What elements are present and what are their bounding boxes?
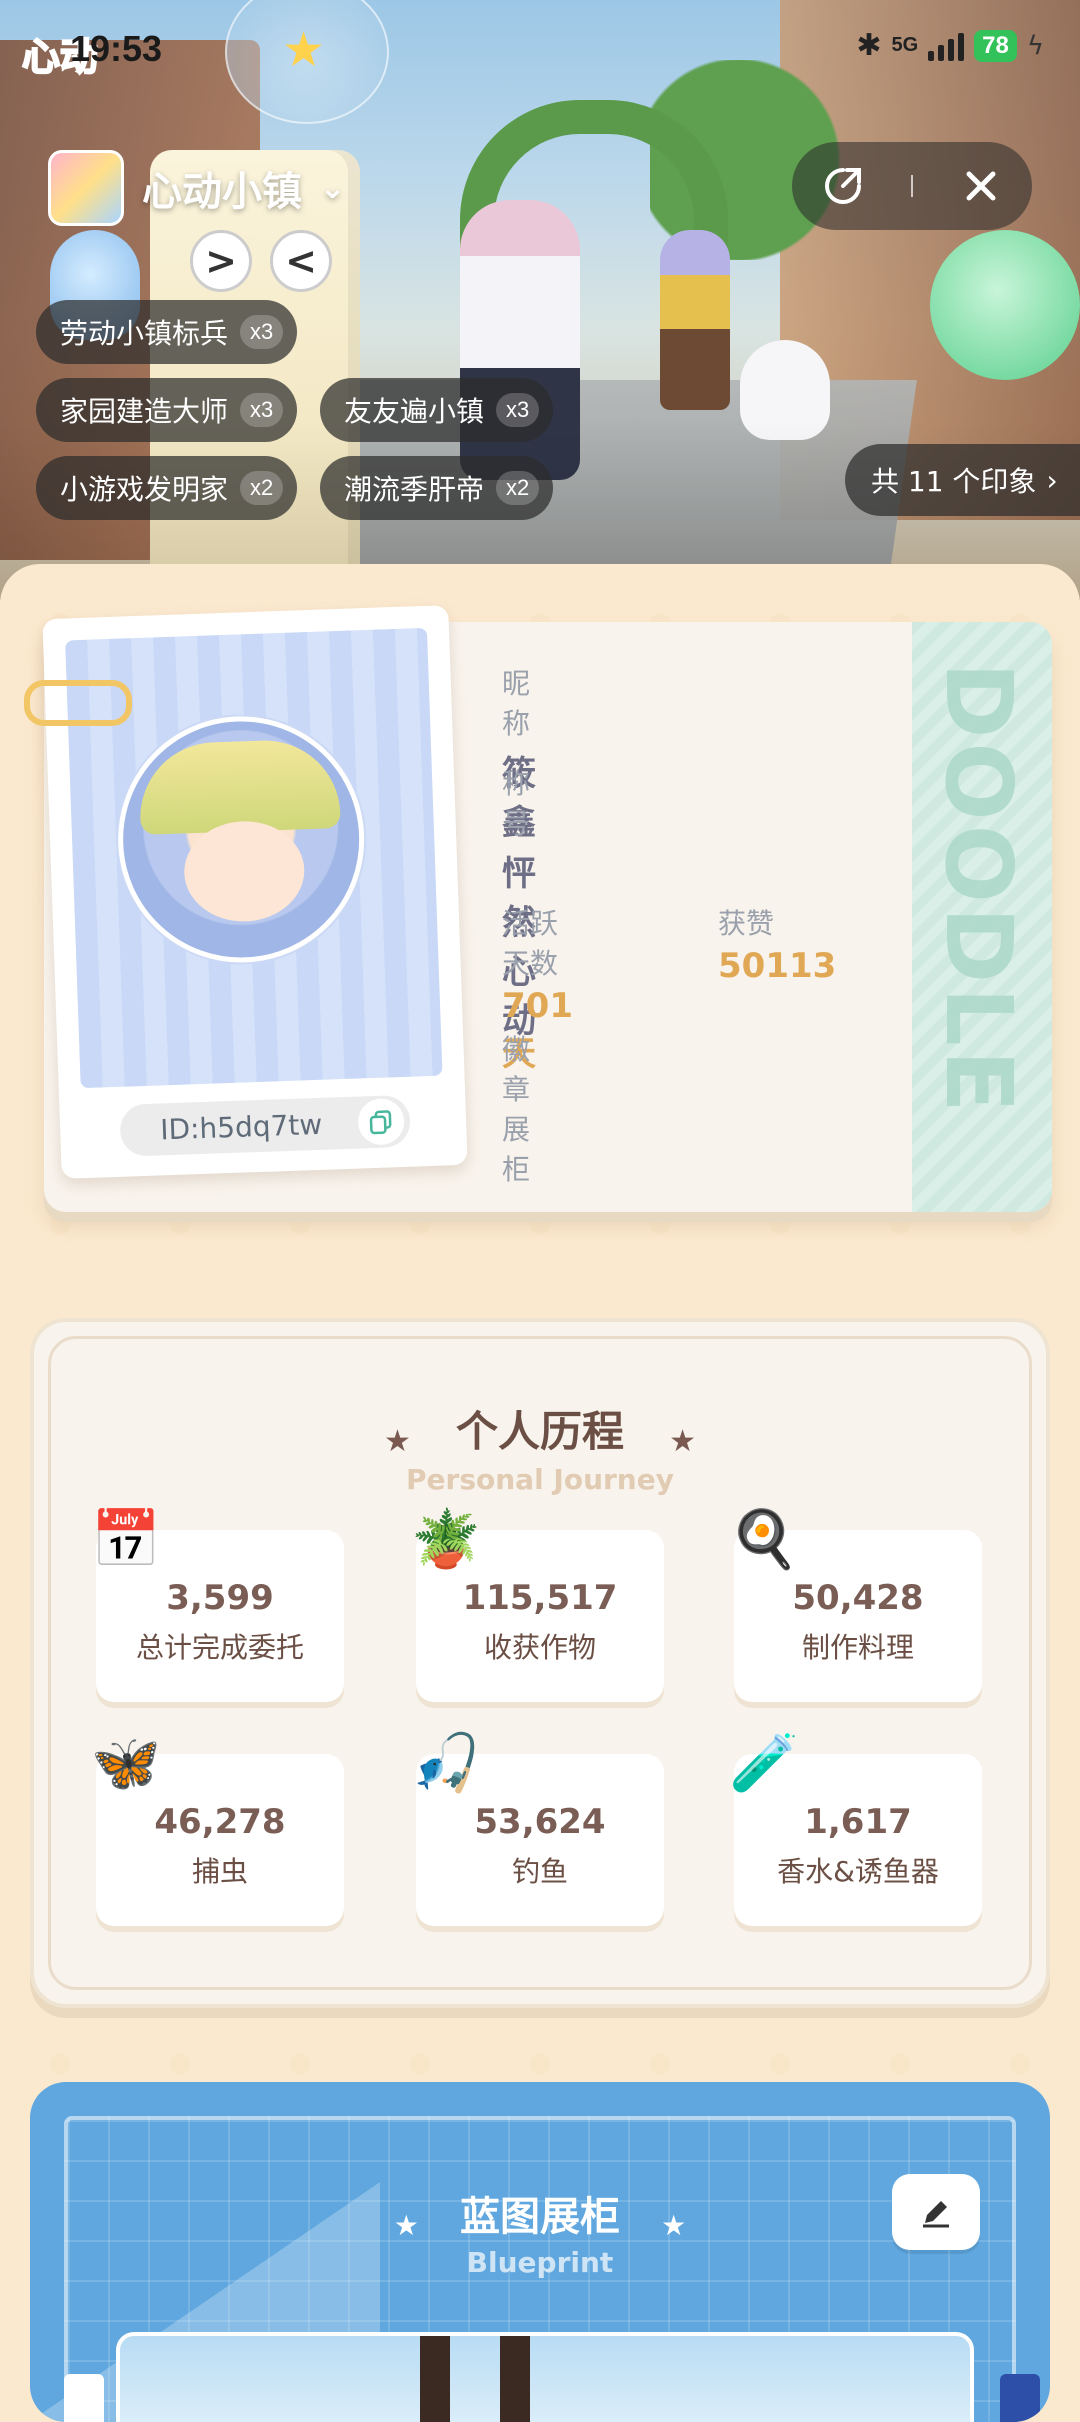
journey-subtitle: Personal Journey <box>406 1463 674 1496</box>
stat-value: 53,624 <box>474 1802 606 1842</box>
badge-chip[interactable]: 劳动小镇标兵 x3 <box>36 300 298 364</box>
badge-name: 小游戏发明家 <box>60 473 229 506</box>
blueprint-title: 蓝图展柜 <box>460 2194 620 2240</box>
close-button[interactable] <box>946 151 1016 221</box>
stat-label: 制作料理 <box>801 1631 914 1664</box>
badge-count: x2 <box>496 471 540 505</box>
player-id: ID:h5dq7tw <box>119 1094 411 1157</box>
badge-cabinet-label[interactable]: 徽章展柜 <box>502 1028 530 1188</box>
decorative-stripe: DOODLE <box>912 622 1052 1212</box>
stove-icon: 🍳 <box>729 1507 799 1572</box>
copy-icon <box>369 1110 392 1135</box>
charging-icon: ϟ <box>1026 30 1044 61</box>
badge-chip[interactable]: 友友遍小镇 x3 <box>320 378 554 442</box>
stat-value: 50,428 <box>792 1578 924 1618</box>
blueprint-subtitle: Blueprint <box>466 2246 614 2279</box>
stat-value: 3,599 <box>166 1578 274 1618</box>
badge-name: 友友遍小镇 <box>344 395 485 428</box>
blueprint-panel: ★ 蓝图展柜 ★ Blueprint <box>30 2082 1050 2422</box>
battery-indicator: 78 <box>974 29 1017 62</box>
stat-label: 捕虫 <box>191 1855 248 1888</box>
likes-label: 获赞 <box>718 907 775 940</box>
stat-card: 🧪 1,617 香水&诱鱼器 <box>729 1731 982 1926</box>
profile-card: DOODLE ID:h5dq7tw 昵称 筱鑫 称号 怦然心动 活跃天数 701… <box>24 605 1052 1212</box>
calendar-icon: 📅 <box>91 1507 161 1572</box>
personal-journey-panel: ★ 个人历程 ★ Personal Journey 📅 3,599 总计完成委托… <box>30 1318 1050 2008</box>
likes-count: 50113 <box>718 946 837 986</box>
carousel-prev-card[interactable] <box>64 2374 104 2422</box>
chevron-down-icon: ⌄ <box>320 170 346 206</box>
bug-net-icon: 🦋 <box>91 1731 161 1796</box>
chevron-right-icon: › <box>1046 463 1058 497</box>
watering-can-icon: 🪴 <box>411 1507 481 1572</box>
network-label: 5G <box>891 34 919 56</box>
badge-chip[interactable]: 小游戏发明家 x2 <box>36 456 298 520</box>
id-text: ID:h5dq7tw <box>159 1107 323 1146</box>
badge-count: x3 <box>496 393 540 427</box>
stat-value: 115,517 <box>462 1578 618 1618</box>
status-bar: 心动 19:53 ✱ 5G 78 ϟ <box>0 0 1080 96</box>
stat-value: 46,278 <box>154 1802 286 1842</box>
game-name: 心动小镇 <box>142 169 302 215</box>
journey-header: ★ 个人历程 ★ Personal Journey <box>30 1398 1050 1496</box>
top-actions <box>792 142 1032 230</box>
close-icon <box>966 171 996 201</box>
active-days-label: 活跃天数 <box>502 907 559 980</box>
stat-card: 🎣 53,624 钓鱼 <box>411 1731 664 1926</box>
impressions-label: 共 11 个印象 <box>871 465 1037 498</box>
edit-button[interactable] <box>892 2174 980 2250</box>
badge-count: x3 <box>240 393 284 427</box>
star-icon: ★ <box>661 2209 687 2242</box>
stripe-text: DOODLE <box>925 662 1032 1117</box>
stat-card: 🪴 115,517 收获作物 <box>411 1507 664 1702</box>
paperclip-icon <box>24 680 132 726</box>
game-switcher[interactable]: 心动小镇 ⌄ <box>48 150 345 226</box>
stat-label: 总计完成委托 <box>135 1631 304 1664</box>
star-icon: ★ <box>383 1424 411 1459</box>
stat-card: 📅 3,599 总计完成委托 <box>91 1507 344 1702</box>
bluetooth-icon: ✱ <box>856 28 882 63</box>
game-icon <box>48 150 124 226</box>
badge-chip[interactable]: 家园建造大师 x3 <box>36 378 298 442</box>
star-icon: ★ <box>393 2209 419 2242</box>
copy-button[interactable] <box>357 1097 405 1146</box>
carousel-next-card[interactable] <box>1000 2374 1040 2422</box>
status-time: 19:53 <box>70 28 163 69</box>
stat-label: 收获作物 <box>483 1631 596 1664</box>
journey-title: 个人历程 <box>455 1407 624 1456</box>
share-button[interactable] <box>808 151 878 221</box>
stat-card: 🦋 46,278 捕虫 <box>91 1731 344 1926</box>
perfume-icon: 🧪 <box>729 1731 799 1796</box>
title-label: 称号 <box>502 767 531 840</box>
badge-name: 潮流季肝帝 <box>344 473 485 506</box>
signal-icon <box>928 31 965 61</box>
badge-count: x2 <box>240 471 284 505</box>
badge-chip[interactable]: 潮流季肝帝 x2 <box>320 456 554 520</box>
pencil-icon <box>923 2201 949 2228</box>
star-icon: ★ <box>669 1424 696 1459</box>
impressions-button[interactable]: 共 11 个印象 › <box>845 444 1080 516</box>
stat-card: 🍳 50,428 制作料理 <box>729 1507 982 1702</box>
nickname-label: 昵称 <box>502 667 531 740</box>
badge-count: x3 <box>240 315 284 349</box>
badge-name: 劳动小镇标兵 <box>60 317 229 350</box>
status-right: ✱ 5G 78 ϟ <box>856 28 1044 63</box>
stat-value: 1,617 <box>804 1802 912 1842</box>
stat-label: 香水&诱鱼器 <box>777 1855 939 1888</box>
blueprint-preview[interactable] <box>116 2332 974 2422</box>
stat-label: 钓鱼 <box>511 1855 568 1888</box>
badge-name: 家园建造大师 <box>60 395 229 428</box>
share-icon <box>825 168 862 204</box>
fishing-rod-icon: 🎣 <box>411 1731 481 1796</box>
